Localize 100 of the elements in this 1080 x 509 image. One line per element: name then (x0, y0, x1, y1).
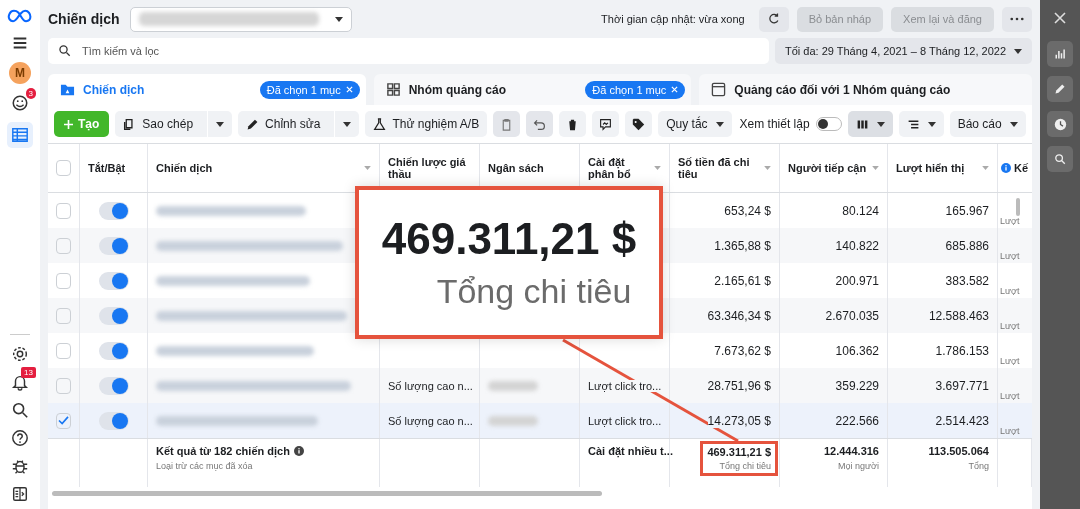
close-icon (671, 86, 679, 93)
column-header[interactable]: Ngân sách (488, 162, 544, 174)
column-header[interactable]: Tắt/Bật (88, 162, 126, 174)
search-button[interactable] (1047, 146, 1073, 172)
caret-icon (715, 121, 724, 127)
sort-caret-icon[interactable] (654, 166, 661, 170)
caret-icon (343, 121, 352, 127)
copy-button[interactable]: Sao chép (115, 111, 233, 137)
selection-chip[interactable]: Đã chọn 1 mục (585, 80, 686, 99)
row-checkbox[interactable] (56, 412, 71, 429)
toggle-switch[interactable] (815, 117, 842, 131)
column-header[interactable]: Chiến lược giá thầu (388, 156, 471, 180)
grid-icon (385, 82, 401, 97)
sort-caret-icon[interactable] (764, 166, 771, 170)
table-cell: Lượt (1000, 216, 1020, 226)
undo-button[interactable] (526, 111, 554, 137)
caret-icon (876, 121, 885, 127)
selection-chip[interactable]: Đã chọn 1 mục (259, 80, 360, 99)
total-label: Tổng chi tiêu (719, 461, 771, 471)
delete-button[interactable] (559, 111, 587, 137)
column-header[interactable]: Chiến dịch (156, 162, 213, 174)
table-cell: 12.588.463 (928, 308, 989, 323)
columns-button[interactable] (847, 111, 893, 137)
row-checkbox[interactable] (56, 342, 71, 359)
close-icon[interactable] (1054, 12, 1066, 24)
pencil-icon (1054, 83, 1066, 95)
column-header[interactable]: Người tiếp cận (788, 162, 867, 174)
help-icon[interactable] (11, 429, 29, 447)
toggle-switch[interactable] (98, 271, 129, 290)
table-cell: Lượt click tro... (588, 379, 662, 392)
scrollbar[interactable] (1016, 198, 1020, 216)
infinity-logo[interactable] (7, 8, 33, 24)
undo-icon (533, 117, 547, 131)
refresh-button[interactable] (758, 6, 789, 32)
table-icon (11, 126, 29, 144)
edit-button[interactable] (1047, 76, 1073, 102)
toggle-switch[interactable] (98, 201, 129, 220)
table-cell: Lượt (1000, 426, 1020, 436)
select-all-checkbox[interactable] (56, 160, 71, 176)
pencil-icon (246, 117, 260, 131)
table-cell: Lượt (1000, 251, 1020, 261)
info-icon[interactable] (1001, 163, 1011, 173)
table-cell: 383.582 (945, 273, 989, 288)
tab[interactable]: Nhóm quảng cáo Đã chọn 1 mục (373, 74, 692, 105)
preview-button[interactable] (592, 111, 620, 137)
history-button[interactable] (1047, 111, 1073, 137)
view-setup-label: Xem thiết lập (739, 117, 810, 131)
update-status: Thời gian cập nhật: vừa xong (601, 13, 745, 25)
table-cell: 2.514.423 (935, 413, 989, 428)
more-icon (1010, 17, 1024, 21)
scrollbar[interactable] (52, 490, 602, 496)
reports-button[interactable]: Báo cáo (949, 111, 1026, 137)
total-value: 12.444.316 (823, 445, 879, 457)
sort-caret-icon[interactable] (872, 166, 879, 170)
toggle-switch[interactable] (98, 306, 129, 325)
caret-icon (1009, 121, 1018, 127)
info-icon[interactable] (293, 446, 304, 456)
column-header[interactable]: Kế (1014, 162, 1029, 174)
table-nav-button[interactable] (7, 122, 33, 148)
clipboard-button[interactable] (493, 111, 521, 137)
chart-button[interactable] (1047, 41, 1073, 67)
bug-icon[interactable] (11, 457, 29, 475)
row-checkbox[interactable] (56, 377, 71, 394)
sort-caret-icon[interactable] (982, 166, 989, 170)
ab-test-button[interactable]: Thử nghiệm A/B (365, 111, 488, 137)
toggle-switch[interactable] (98, 411, 129, 430)
row-checkbox[interactable] (56, 202, 71, 219)
column-header[interactable]: Lượt hiển thị (896, 162, 965, 174)
column-header[interactable]: Cài đặt phân bổ (588, 156, 650, 180)
avatar[interactable]: M (9, 62, 31, 84)
settings-icon[interactable] (11, 345, 29, 363)
row-checkbox[interactable] (56, 237, 71, 254)
sort-caret-icon[interactable] (364, 166, 371, 170)
search-icon[interactable] (11, 401, 29, 419)
date-range-button[interactable]: Tối đa: 29 Tháng 4, 2021 – 8 Tháng 12, 2022 (775, 38, 1032, 64)
total-value: 113.505.064 (928, 445, 989, 457)
rules-button[interactable]: Quy tắc (658, 111, 732, 137)
column-header[interactable]: Số tiền đã chi tiêu (678, 156, 760, 180)
tag-button[interactable] (625, 111, 653, 137)
search-field[interactable]: Tìm kiếm và lọc (48, 38, 769, 64)
tab[interactable]: Quảng cáo đối với 1 Nhóm quảng cáo (699, 74, 1032, 105)
breakdown-button[interactable] (898, 111, 944, 137)
comment-icon (599, 117, 613, 131)
table-cell: 106.362 (835, 343, 879, 358)
smiley-icon[interactable] (11, 94, 29, 112)
bell-icon[interactable] (11, 373, 29, 391)
toggle-switch[interactable] (98, 341, 129, 360)
row-checkbox[interactable] (56, 272, 71, 289)
tab[interactable]: Chiến dịch Đã chọn 1 mục (48, 74, 366, 105)
callout-value: 469.311,21 $ (381, 214, 637, 264)
table-cell: Số lượng cao n... (388, 379, 473, 392)
table-cell: 1.786.153 (935, 343, 989, 358)
toggle-switch[interactable] (98, 236, 129, 255)
window-icon (711, 82, 727, 97)
panel-icon[interactable] (11, 485, 29, 503)
table-cell: Lượt (1000, 391, 1020, 401)
search-icon (58, 44, 71, 57)
edit-button[interactable]: Chỉnh sửa (238, 111, 360, 137)
row-checkbox[interactable] (56, 307, 71, 324)
toggle-switch[interactable] (98, 376, 129, 395)
